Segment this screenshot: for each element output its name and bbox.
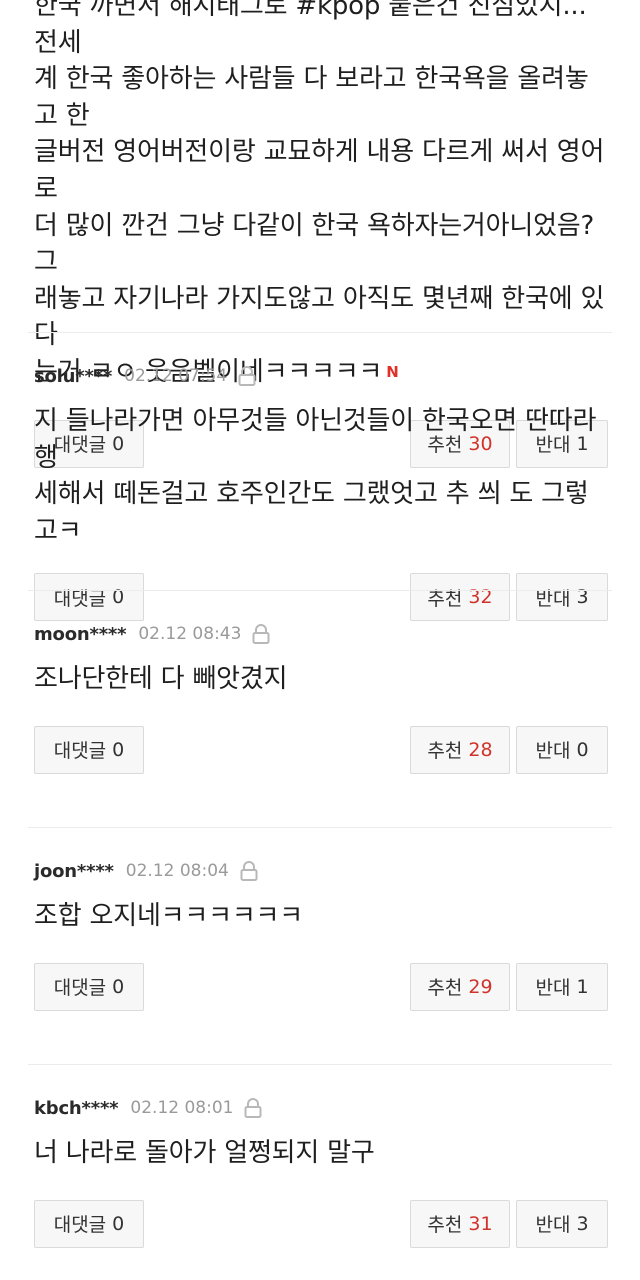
like-count: 31 [468,1212,493,1235]
dislike-button[interactable]: 반대 1 [516,962,608,1011]
comment-author[interactable]: solu**** [34,366,112,387]
reply-count: 0 [112,1212,125,1235]
comment-line: 계 한국 좋아하는 사람들 다 보라고 한국욕을 올려놓고 한 [34,64,589,131]
lock-icon [240,861,258,881]
like-label: 추천 [427,740,463,763]
comment-meta: moon**** 02.12 08:43 [0,619,640,649]
dislike-button[interactable]: 반대 3 [516,1199,608,1248]
comment-item: moon**** 02.12 08:43 조나단한테 다 빼앗겼지 대댓글 0 … [0,619,640,774]
comment-meta: kbch**** 02.12 08:01 [0,1093,640,1123]
reply-button[interactable]: 대댓글 0 [34,573,144,622]
divider [28,332,612,333]
comment-line: 조나단한테 다 빼앗겼지 [34,664,288,694]
comment-body: 조합 오지네ㅋㅋㅋㅋㅋㅋ [0,898,640,935]
lock-icon [238,366,256,386]
dislike-button[interactable]: 반대 3 [516,573,608,622]
comment-author[interactable]: kbch**** [34,1098,119,1119]
reply-button[interactable]: 대댓글 0 [34,725,144,774]
reply-label: 대댓글 [53,1214,107,1237]
comment-body: 조나단한테 다 빼앗겼지 [0,661,640,698]
divider [28,590,612,591]
like-button[interactable]: 추천 29 [410,962,510,1011]
reply-count: 0 [112,975,125,998]
divider [28,827,612,828]
comment-line: 지 들나라가면 아무것들 아닌것들이 한국오면 딴따라 행 [34,406,597,473]
reply-label: 대댓글 [53,977,107,1000]
comment-item: solu**** 02.12 07:54 지 들나라가면 아무것들 아닌것들이 … [0,361,640,622]
reply-button[interactable]: 대댓글 0 [34,1199,144,1248]
dislike-label: 반대 [535,740,571,763]
dislike-count: 1 [576,975,589,998]
like-button[interactable]: 추천 32 [410,573,510,622]
dislike-label: 반대 [535,587,571,610]
like-count: 28 [468,738,493,761]
comment-actions: 대댓글 0 추천 29 반대 1 [34,962,608,1011]
comment-body: 지 들나라가면 아무것들 아닌것들이 한국오면 딴따라 행 세해서 떼돈걸고 호… [0,403,640,549]
comment-line: 세해서 떼돈걸고 호주인간도 그랬엇고 추 씌 도 그렇고ㅋ [34,479,589,546]
divider [28,1064,612,1065]
dislike-label: 반대 [535,1214,571,1237]
comment-item: kbch**** 02.12 08:01 너 나라로 돌아가 얼쩡되지 말구 대… [0,1093,640,1248]
comment-body: 너 나라로 돌아가 얼쩡되지 말구 [0,1135,640,1172]
comment-time: 02.12 08:43 [138,624,242,644]
reply-count: 0 [112,738,125,761]
comment-time: 02.12 07:54 [124,366,228,386]
dislike-count: 0 [576,738,589,761]
comment-time: 02.12 08:01 [130,1098,234,1118]
reply-button[interactable]: 대댓글 0 [34,962,144,1011]
comment-line: 너 나라로 돌아가 얼쩡되지 말구 [34,1138,375,1168]
comment-meta: solu**** 02.12 07:54 [0,361,640,391]
comment-line: 조합 오지네ㅋㅋㅋㅋㅋㅋ [34,901,303,931]
like-label: 추천 [427,1214,463,1237]
comment-author[interactable]: joon**** [34,861,114,882]
comment-line: 더 많이 깐건 그냥 다같이 한국 욕하자는거아니었음? 그 [34,210,595,278]
comment-author[interactable]: moon**** [34,624,127,645]
reply-label: 대댓글 [53,740,107,763]
comment-line: 글버전 영어버전이랑 교묘하게 내용 다르게 써서 영어로 [34,137,605,204]
dislike-count: 3 [576,1212,589,1235]
reply-label: 대댓글 [53,587,107,610]
dislike-button[interactable]: 반대 0 [516,725,608,774]
dislike-label: 반대 [535,977,571,1000]
comment-item: joon**** 02.12 08:04 조합 오지네ㅋㅋㅋㅋㅋㅋ 대댓글 0 … [0,856,640,1011]
comment-actions: 대댓글 0 추천 31 반대 3 [34,1199,608,1248]
comment-line: 한국 까면서 해시태그로 #kpop 붙은건 진심있지... 전세 [34,0,587,58]
comment-meta: joon**** 02.12 08:04 [0,856,640,886]
like-label: 추천 [427,977,463,1000]
comment-actions: 대댓글 0 추천 28 반대 0 [34,725,608,774]
like-button[interactable]: 추천 28 [410,725,510,774]
like-button[interactable]: 추천 31 [410,1199,510,1248]
lock-icon [252,624,270,644]
like-label: 추천 [427,587,463,610]
lock-icon [244,1098,262,1118]
like-count: 29 [468,975,493,998]
comment-actions: 대댓글 0 추천 32 반대 3 [34,573,608,622]
comment-time: 02.12 08:04 [125,861,229,881]
comment-line: 래놓고 자기나라 가지도않고 아직도 몇년째 한국에 있다 [34,283,605,351]
